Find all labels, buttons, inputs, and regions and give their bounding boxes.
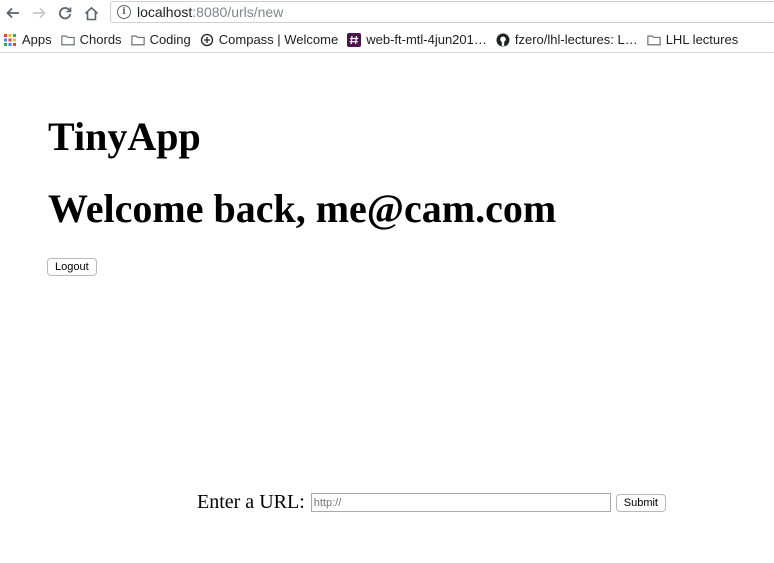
bookmark-label: Compass | Welcome [218, 32, 339, 47]
browser-toolbar: i localhost:8080/urls/new [0, 0, 774, 26]
bookmark-slack[interactable]: web-ft-mtl-4jun201… [347, 32, 487, 47]
back-arrow-icon [6, 7, 19, 19]
bookmark-label: web-ft-mtl-4jun201… [366, 32, 487, 47]
back-button[interactable] [0, 0, 26, 26]
url-path: :8080/urls/new [192, 4, 284, 20]
new-url-form: Enter a URL: Submit [197, 491, 666, 514]
bookmark-coding[interactable]: Coding [130, 32, 191, 47]
reload-button[interactable] [52, 0, 78, 26]
bookmark-apps[interactable]: Apps [3, 32, 52, 47]
bookmark-label: LHL lectures [665, 32, 739, 47]
bookmark-label: Apps [22, 32, 52, 47]
github-icon [496, 33, 510, 46]
bookmark-label: fzero/lhl-lectures: L… [514, 32, 638, 47]
apps-grid-icon [4, 33, 16, 46]
forward-button[interactable] [26, 0, 52, 26]
bookmark-github[interactable]: fzero/lhl-lectures: L… [496, 32, 638, 47]
bookmark-lhl-lectures[interactable]: LHL lectures [647, 32, 739, 47]
address-bar[interactable]: i localhost:8080/urls/new [110, 1, 774, 23]
info-icon[interactable]: i [117, 5, 131, 19]
compass-icon [200, 33, 213, 46]
logout-button[interactable]: Logout [47, 258, 97, 276]
page-content: TinyApp Welcome back, me@cam.com Logout … [0, 53, 774, 563]
bookmark-compass[interactable]: Compass | Welcome [200, 32, 338, 47]
submit-button[interactable]: Submit [615, 493, 666, 512]
bookmarks-bar: Apps Chords Coding Compass | Welcome web… [0, 27, 774, 53]
url-host: localhost [137, 4, 193, 20]
folder-icon [60, 35, 75, 45]
bookmark-label: Coding [149, 32, 191, 47]
app-title: TinyApp [48, 114, 201, 159]
home-icon [84, 6, 98, 20]
url-input[interactable] [310, 493, 611, 512]
forward-arrow-icon [33, 7, 46, 19]
folder-icon [647, 35, 661, 45]
bookmark-label: Chords [79, 32, 122, 47]
bookmark-chords[interactable]: Chords [60, 32, 122, 47]
welcome-heading: Welcome back, me@cam.com [48, 186, 557, 231]
url-field-label: Enter a URL: [197, 491, 305, 513]
home-button[interactable] [78, 0, 104, 26]
reload-icon [59, 7, 72, 20]
folder-icon [130, 35, 145, 45]
slack-hash-icon [347, 32, 362, 47]
